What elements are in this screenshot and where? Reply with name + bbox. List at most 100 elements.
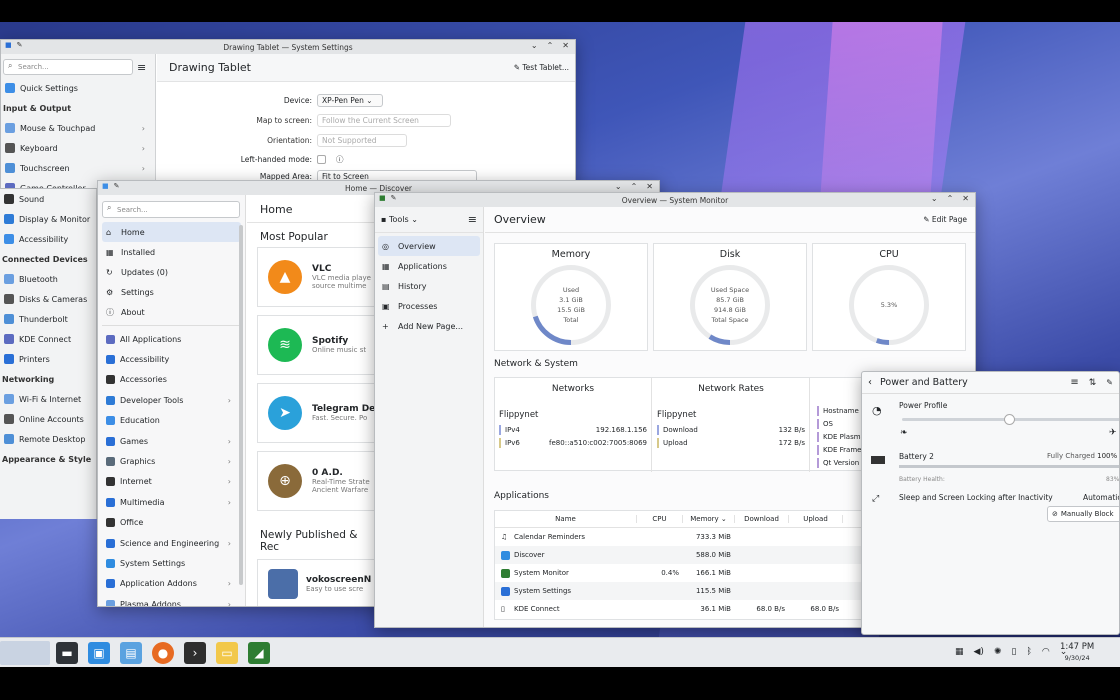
clipboard-icon[interactable]: ▦ bbox=[955, 647, 964, 657]
column-header[interactable]: Name bbox=[495, 515, 637, 523]
discover-category-item[interactable]: Multimedia › bbox=[102, 492, 241, 512]
sidebar-item[interactable]: Accessibility bbox=[0, 229, 96, 249]
network-icon[interactable]: ◠ bbox=[1042, 647, 1050, 657]
column-header[interactable]: Memory ⌄ bbox=[683, 515, 735, 523]
sidebar-item[interactable]: KDE Connect bbox=[0, 329, 96, 349]
dolphin-taskbar-icon[interactable]: ▤ bbox=[120, 642, 142, 664]
peek-desktop[interactable] bbox=[1108, 642, 1118, 664]
volume-icon[interactable]: ◀) bbox=[974, 647, 984, 657]
sidebar-item[interactable]: Thunderbolt bbox=[0, 309, 96, 329]
discover-nav-item[interactable]: ⚙ Settings bbox=[102, 282, 241, 302]
sidebar-item-quick-settings[interactable]: Quick Settings bbox=[1, 78, 155, 98]
monitor-nav-item[interactable]: ◎ Overview bbox=[378, 236, 480, 256]
hamburger-menu-icon[interactable]: ≡ bbox=[1070, 377, 1078, 388]
search-input[interactable]: Search... bbox=[3, 59, 133, 75]
discover-category-item[interactable]: All Applications bbox=[102, 329, 241, 349]
maximize-icon[interactable]: ⌃ bbox=[631, 182, 638, 191]
show-desktop-icon[interactable]: ▬ bbox=[56, 642, 78, 664]
left-handed-checkbox[interactable] bbox=[317, 154, 326, 164]
discover-nav-item[interactable]: ▦ Installed bbox=[102, 242, 241, 262]
firefox-taskbar-icon[interactable]: ● bbox=[152, 642, 174, 664]
konsole-taskbar-icon[interactable]: › bbox=[184, 642, 206, 664]
battery-tray-icon[interactable]: ▯ bbox=[1012, 647, 1017, 657]
discover-taskbar-icon[interactable]: ▣ bbox=[88, 642, 110, 664]
sidebar-item[interactable]: Bluetooth bbox=[0, 269, 96, 289]
slider-handle[interactable] bbox=[1004, 414, 1015, 425]
sidebar-item[interactable]: Touchscreen › bbox=[1, 158, 155, 178]
sidebar-item[interactable]: Sound bbox=[0, 189, 96, 209]
edit-page-button[interactable]: ✎ Edit Page bbox=[923, 215, 967, 224]
search-input[interactable]: Search... bbox=[102, 201, 240, 218]
discover-nav-item[interactable]: ⓘ About bbox=[102, 302, 241, 322]
discover-nav-item[interactable]: ↻ Updates (0) bbox=[102, 262, 241, 282]
pin-icon[interactable]: ✎ bbox=[17, 41, 23, 49]
titlebar[interactable]: ■ ✎ Drawing Tablet — System Settings ⌄ ⌃ ✕ bbox=[1, 40, 575, 54]
pin-icon[interactable]: ✎ bbox=[114, 182, 120, 190]
hamburger-menu-icon[interactable]: ≡ bbox=[468, 213, 477, 226]
brightness-icon[interactable]: ✺ bbox=[994, 647, 1002, 657]
manually-block-button[interactable]: ⊘ Manually Block bbox=[1047, 506, 1119, 522]
sidebar-item[interactable]: Keyboard › bbox=[1, 138, 155, 158]
sidebar-item[interactable]: Wi-Fi & Internet bbox=[0, 389, 96, 409]
sidebar-item[interactable]: Printers bbox=[0, 349, 96, 369]
discover-category-item[interactable]: Graphics › bbox=[102, 451, 241, 471]
titlebar[interactable]: ■ ✎ Overview — System Monitor ⌄ ⌃ ✕ bbox=[375, 193, 975, 207]
discover-nav-item[interactable]: ⌂ Home bbox=[102, 222, 241, 242]
test-tablet-button[interactable]: ✎ Test Tablet... bbox=[514, 63, 569, 72]
sidebar-item[interactable]: Online Accounts bbox=[0, 409, 96, 429]
discover-category-item[interactable]: System Settings bbox=[102, 553, 241, 573]
application-launcher[interactable] bbox=[0, 641, 50, 665]
discover-category-item[interactable]: Plasma Addons › bbox=[102, 594, 241, 606]
back-icon[interactable]: ‹ bbox=[868, 377, 872, 388]
close-icon[interactable]: ✕ bbox=[562, 41, 569, 50]
device-select[interactable]: XP-Pen Pen ⌄ bbox=[317, 93, 383, 107]
pin-icon[interactable]: ✎ bbox=[1106, 378, 1113, 387]
minimize-icon[interactable]: ⌄ bbox=[931, 194, 938, 203]
app-card[interactable]: ➤ Telegram De Fast. Secure. Po bbox=[257, 383, 377, 443]
info-icon[interactable]: ⓘ bbox=[336, 154, 344, 165]
monitor-nav-item[interactable]: ▦ Applications bbox=[378, 256, 480, 276]
discover-category-item[interactable]: Accessories bbox=[102, 370, 241, 390]
maximize-icon[interactable]: ⌃ bbox=[547, 41, 554, 50]
app-card[interactable]: vokoscreenN Easy to use scre bbox=[257, 559, 377, 606]
app-card[interactable]: ≋ Spotify Online music st bbox=[257, 315, 377, 375]
sidebar-item[interactable]: Disks & Cameras bbox=[0, 289, 96, 309]
minimize-icon[interactable]: ⌄ bbox=[615, 182, 622, 191]
column-header[interactable]: Upload bbox=[789, 515, 843, 523]
notes-taskbar-icon[interactable]: ▭ bbox=[216, 642, 238, 664]
map-select[interactable]: Follow the Current Screen bbox=[317, 113, 451, 127]
system-monitor-taskbar-icon[interactable]: ◢ bbox=[248, 642, 270, 664]
bluetooth-icon[interactable]: ᛒ bbox=[1026, 647, 1031, 657]
discover-category-item[interactable]: Games › bbox=[102, 431, 241, 451]
sidebar-item[interactable]: Display & Monitor bbox=[0, 209, 96, 229]
scrollbar[interactable] bbox=[239, 225, 243, 585]
sidebar-item-label: Display & Monitor bbox=[19, 214, 91, 224]
tools-menu-button[interactable]: ▪ Tools ⌄ bbox=[381, 215, 418, 224]
discover-category-item[interactable]: Application Addons › bbox=[102, 574, 241, 594]
discover-category-item[interactable]: Education bbox=[102, 411, 241, 431]
power-profile-slider[interactable] bbox=[902, 414, 1119, 425]
monitor-nav-item[interactable]: ▣ Processes bbox=[378, 296, 480, 316]
sidebar-item[interactable]: Remote Desktop bbox=[0, 429, 96, 449]
close-icon[interactable]: ✕ bbox=[962, 194, 969, 203]
monitor-nav-item[interactable]: ▤ History bbox=[378, 276, 480, 296]
sidebar-item[interactable]: Mouse & Touchpad › bbox=[1, 118, 155, 138]
orientation-select[interactable]: Not Supported bbox=[317, 133, 407, 147]
column-header[interactable]: CPU bbox=[637, 515, 683, 523]
column-header[interactable]: Download bbox=[735, 515, 789, 523]
discover-category-item[interactable]: Developer Tools › bbox=[102, 390, 241, 410]
hamburger-menu-icon[interactable]: ≡ bbox=[137, 61, 146, 74]
clock[interactable]: 1:47 PM 9/30/24 bbox=[1060, 642, 1094, 664]
configure-icon[interactable]: ⇅ bbox=[1089, 378, 1097, 388]
discover-category-item[interactable]: Internet › bbox=[102, 472, 241, 492]
discover-category-item[interactable]: Accessibility bbox=[102, 349, 241, 369]
discover-category-item[interactable]: Science and Engineering › bbox=[102, 533, 241, 553]
app-card[interactable]: ▲ VLC VLC media playe source multime bbox=[257, 247, 377, 307]
close-icon[interactable]: ✕ bbox=[646, 182, 653, 191]
app-card[interactable]: ⊕ 0 A.D. Real-Time Strate Ancient Warfare bbox=[257, 451, 377, 511]
discover-category-item[interactable]: Office bbox=[102, 513, 241, 533]
minimize-icon[interactable]: ⌄ bbox=[531, 41, 538, 50]
pin-icon[interactable]: ✎ bbox=[391, 194, 397, 202]
maximize-icon[interactable]: ⌃ bbox=[947, 194, 954, 203]
monitor-nav-item[interactable]: + Add New Page... bbox=[378, 316, 480, 336]
